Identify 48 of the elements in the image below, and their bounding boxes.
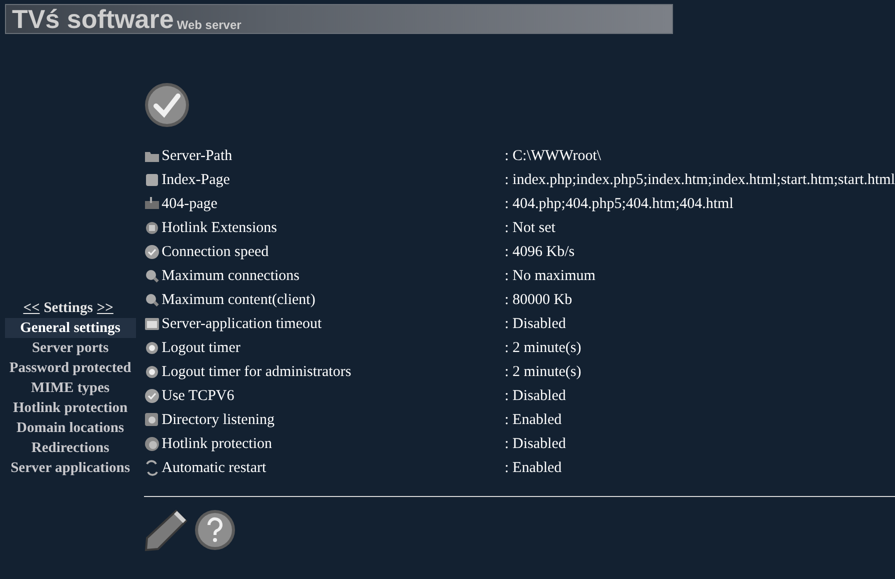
setting-value: : No maximum [504, 268, 596, 284]
next-link[interactable]: >> [96, 298, 114, 318]
check-icon [144, 388, 160, 404]
sidebar-item[interactable]: Hotlink protection [4, 398, 136, 418]
setting-value: : Disabled [504, 388, 567, 404]
app-subtitle: Web server [176, 18, 242, 32]
setting-value: : 2 minute(s) [504, 364, 582, 380]
sidebar-item[interactable]: Server ports [4, 338, 136, 358]
setting-label: Hotlink Extensions [162, 220, 278, 236]
setting-value: : 4096 Kb/s [504, 244, 576, 260]
sidebar-item[interactable]: Redirections [4, 438, 136, 458]
pencil-icon[interactable] [144, 509, 188, 551]
setting-value: : Enabled [504, 460, 563, 476]
help-icon[interactable] [194, 509, 236, 551]
setting-label: Connection speed [162, 244, 269, 260]
previous-link[interactable]: << [23, 298, 40, 318]
setting-label: 404-page [162, 196, 218, 212]
setting-label: Server-Path [162, 148, 232, 164]
setting-value: : 2 minute(s) [504, 340, 582, 356]
window-icon [144, 316, 160, 332]
setting-label: Maximum connections [162, 268, 300, 284]
setting-value: : C:\WWWroot\ [504, 148, 602, 164]
setting-value: : Enabled [504, 412, 563, 428]
setting-label: Hotlink protection [162, 436, 272, 452]
setting-value: : Not set [504, 220, 556, 236]
app-title: TVś software [12, 5, 174, 33]
checkmark-icon[interactable] [144, 82, 190, 128]
setting-value: : Disabled [504, 316, 567, 332]
setting-label: Logout timer [162, 340, 240, 356]
setting-label: Logout timer for administrators [162, 364, 352, 380]
setting-value: : index.php;index.php5;index.htm;index.html;start.htm;start.html [504, 172, 895, 188]
sidebar-title: Settings [44, 299, 93, 318]
setting-label: Index-Page [162, 172, 230, 188]
setting-label: Automatic restart [162, 460, 266, 476]
setting-value: : 80000 Kb [504, 292, 574, 308]
check-icon [144, 244, 160, 260]
sidebar-item[interactable]: Domain locations [4, 418, 136, 438]
setting-value: : 404.php;404.php5;404.htm;404.html [504, 196, 734, 212]
setting-label: Server-application timeout [162, 316, 322, 332]
sidebar-item[interactable]: Server applications [4, 458, 136, 478]
setting-label: Maximum content(client) [162, 292, 316, 308]
setting-value: : Disabled [504, 436, 567, 452]
sidebar-item[interactable]: Password protected [4, 358, 136, 378]
setting-label: Use TCPV6 [162, 388, 234, 404]
sidebar-item[interactable]: MIME types [4, 378, 136, 398]
setting-label: Directory listening [162, 412, 274, 428]
sidebar-item[interactable]: General settings [4, 318, 136, 338]
refresh-icon [144, 460, 160, 476]
